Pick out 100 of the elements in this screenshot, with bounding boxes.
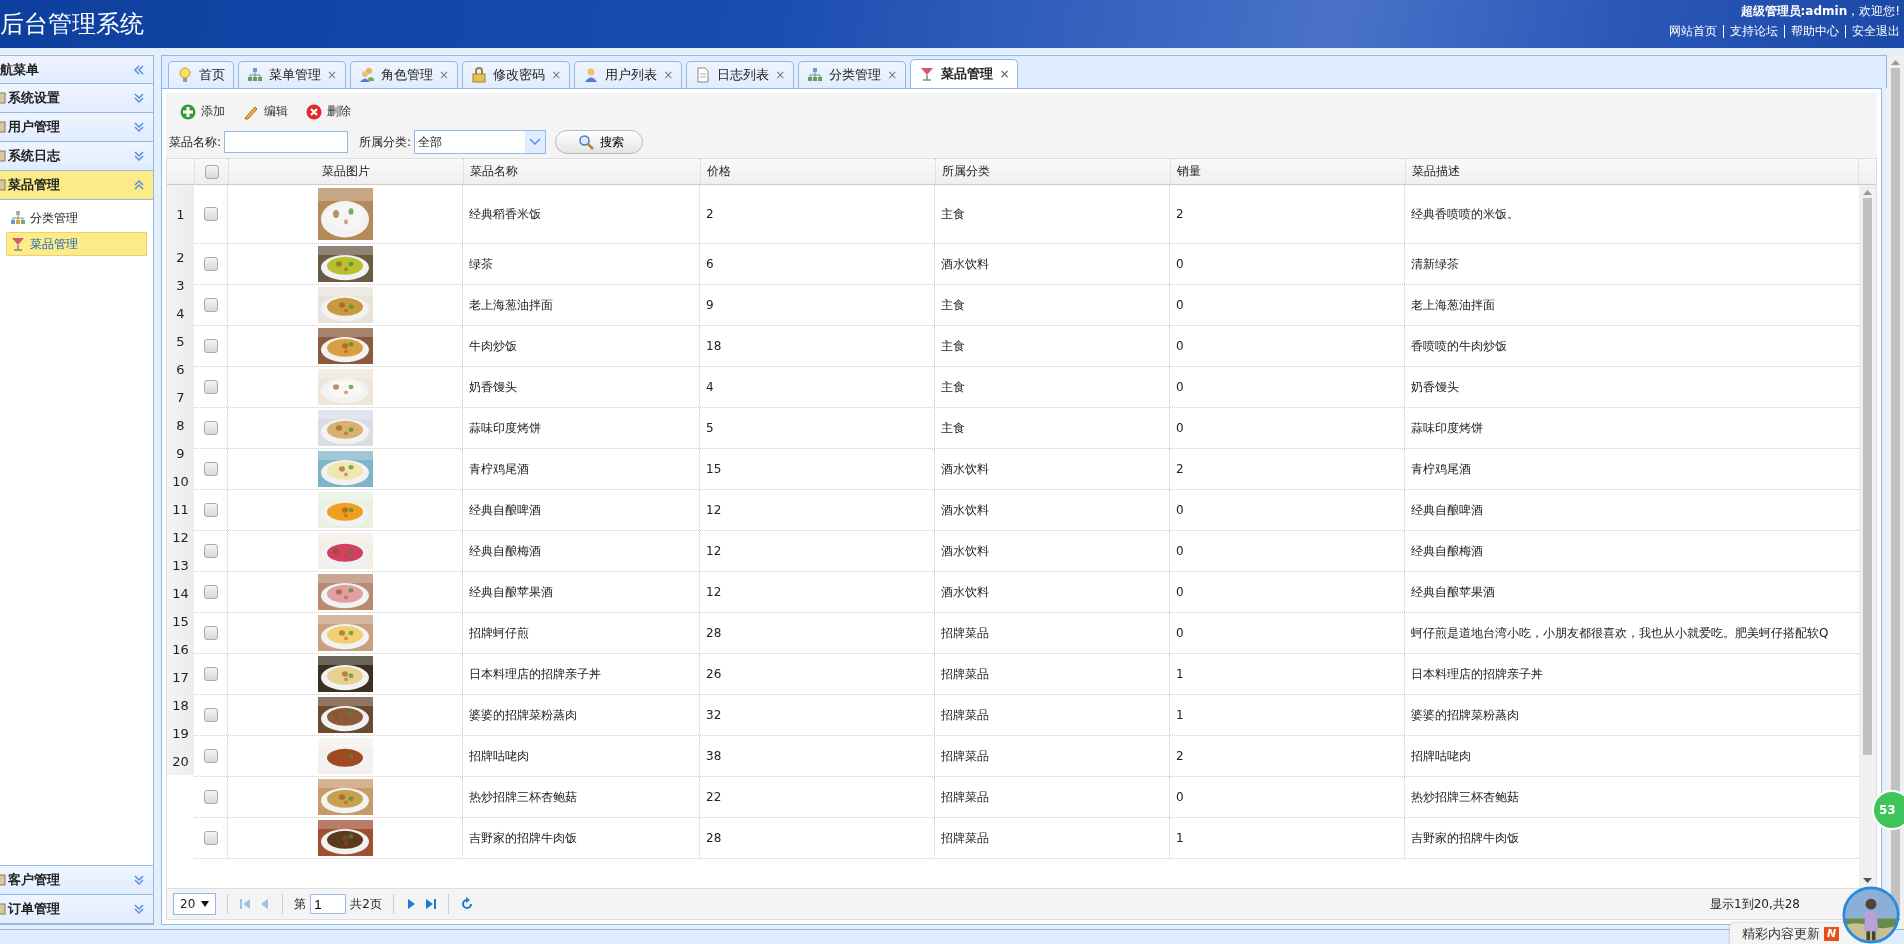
page-input[interactable]: 1	[310, 894, 347, 914]
double-chevron-down-icon	[133, 874, 145, 886]
row-checkbox[interactable]	[203, 708, 218, 722]
select-all-checkbox[interactable]	[204, 164, 219, 179]
row-number: 3	[167, 271, 194, 299]
row-number: 1	[167, 185, 194, 243]
column-header[interactable]: 所属分类	[936, 159, 1171, 184]
accordion-header[interactable]: 用户管理	[0, 113, 153, 142]
name-input[interactable]	[224, 131, 349, 153]
scrollbar[interactable]	[1859, 185, 1876, 888]
table-cell-text: 经典香喷喷的米饭。	[1410, 205, 1520, 223]
double-chevron-down-icon	[133, 121, 145, 133]
table-cell: 酒水饮料	[935, 244, 1170, 284]
name-label: 菜品名称:	[169, 133, 222, 151]
table-cell: 主食	[935, 285, 1170, 325]
search-button[interactable]: 搜索	[555, 130, 644, 154]
table-cell: 0	[1170, 777, 1405, 817]
collapse-icon[interactable]	[133, 63, 145, 76]
column-header[interactable]: 菜品图片	[229, 159, 464, 184]
table-cell-text: 蒜味印度烤饼	[1410, 419, 1484, 437]
accordion-header[interactable]: 订单管理	[0, 895, 153, 924]
header-link[interactable]: 支持论坛	[1723, 25, 1784, 38]
page-size-select[interactable]: 20	[173, 893, 217, 915]
row-checkbox[interactable]	[203, 298, 218, 312]
tab[interactable]: 菜单管理 ×	[238, 61, 347, 88]
scroll-up-icon[interactable]	[1863, 189, 1872, 195]
accordion-header[interactable]: 菜品管理	[0, 171, 153, 200]
total-pages: 共2页	[350, 895, 382, 913]
close-tab-button[interactable]: ×	[775, 68, 786, 82]
accordion-header[interactable]: 系统日志	[0, 142, 153, 171]
column-header[interactable]: 菜品描述	[1406, 159, 1859, 184]
table-cell: 22	[700, 777, 935, 817]
toolbar-button[interactable]: 添加	[176, 101, 229, 122]
close-tab-button[interactable]: ×	[887, 68, 898, 82]
row-checkbox[interactable]	[203, 626, 218, 640]
tab[interactable]: 分类管理 ×	[798, 61, 907, 88]
column-header[interactable]: 菜品名称	[464, 159, 701, 184]
table-cell-text: 经典自酿苹果酒	[1410, 583, 1496, 601]
column-header[interactable]: 价格	[701, 159, 936, 184]
table-cell: 酒水饮料	[935, 572, 1170, 612]
table-cell: 酒水饮料	[935, 490, 1170, 530]
tree-item[interactable]: 分类管理	[6, 206, 147, 230]
table-cell: 0	[1170, 367, 1405, 407]
header-link[interactable]: 网站首页	[1663, 25, 1723, 38]
toolbar-button[interactable]: 删除	[302, 101, 355, 122]
table-cell: 酒水饮料	[935, 531, 1170, 571]
row-checkbox[interactable]	[203, 207, 218, 221]
double-chevron-down-icon	[133, 150, 145, 162]
row-checkbox[interactable]	[203, 585, 218, 599]
row-number: 18	[167, 691, 194, 719]
row-checkbox[interactable]	[203, 831, 218, 845]
row-checkbox[interactable]	[203, 339, 218, 353]
table-cell: 经典自酿啤酒	[463, 490, 700, 530]
double-chevron-up-icon	[133, 179, 145, 191]
row-checkbox[interactable]	[203, 462, 218, 476]
row-number: 8	[167, 411, 194, 439]
row-checkbox[interactable]	[203, 257, 218, 271]
table-cell: 0	[1170, 531, 1405, 571]
table-cell: 招牌菜品	[935, 695, 1170, 735]
tab[interactable]: 日志列表 ×	[686, 61, 795, 88]
header-link[interactable]: 安全退出	[1845, 25, 1900, 38]
table-cell: 2	[1170, 449, 1405, 489]
first-page-icon[interactable]	[239, 898, 252, 910]
tab[interactable]: 首页	[168, 61, 234, 88]
row-checkbox[interactable]	[203, 667, 218, 681]
row-number: 10	[167, 467, 194, 495]
scroll-up-icon[interactable]	[1891, 59, 1900, 65]
table-cell: 12	[700, 531, 935, 571]
row-number: 4	[167, 299, 194, 327]
tab[interactable]: 菜品管理 ×	[910, 59, 1019, 88]
last-page-icon[interactable]	[424, 898, 437, 910]
tree-item[interactable]: 菜品管理	[6, 232, 147, 256]
accordion-header[interactable]: 客户管理	[0, 866, 153, 895]
scroll-down-icon[interactable]	[1863, 878, 1872, 884]
app-title: 后台管理系统	[0, 9, 144, 40]
table-cell: 0	[1170, 613, 1405, 653]
header-link[interactable]: 帮助中心	[1784, 25, 1845, 38]
tab[interactable]: 角色管理 ×	[350, 61, 459, 88]
tab[interactable]: 修改密码 ×	[462, 61, 571, 88]
table-cell: 26	[700, 654, 935, 694]
row-checkbox[interactable]	[203, 749, 218, 763]
close-tab-button[interactable]: ×	[999, 67, 1010, 81]
row-checkbox[interactable]	[203, 421, 218, 435]
row-checkbox[interactable]	[203, 544, 218, 558]
row-checkbox[interactable]	[203, 380, 218, 394]
close-tab-button[interactable]: ×	[439, 68, 450, 82]
category-dropdown[interactable]: 全部	[414, 130, 547, 154]
table-cell: 0	[1170, 572, 1405, 612]
close-tab-button[interactable]: ×	[663, 68, 674, 82]
table-cell: 15	[700, 449, 935, 489]
tab[interactable]: 用户列表 ×	[574, 61, 683, 88]
toolbar-button[interactable]: 编辑	[239, 101, 292, 122]
column-header[interactable]: 销量	[1171, 159, 1406, 184]
new-label: N	[1824, 926, 1840, 941]
row-checkbox[interactable]	[203, 790, 218, 804]
row-checkbox[interactable]	[203, 503, 218, 517]
refresh-icon[interactable]	[459, 897, 474, 911]
close-tab-button[interactable]: ×	[327, 68, 338, 82]
accordion-header[interactable]: 系统设置	[0, 84, 153, 113]
close-tab-button[interactable]: ×	[551, 68, 562, 82]
